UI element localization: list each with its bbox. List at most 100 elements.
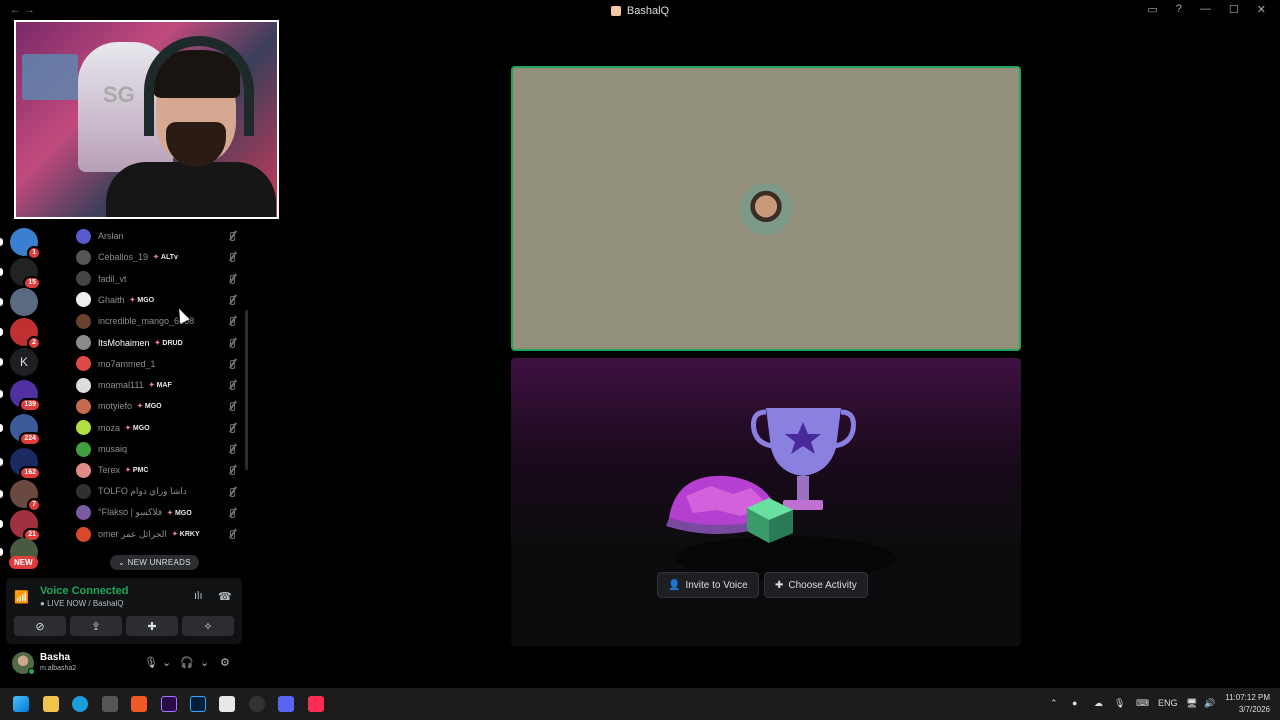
obs-icon[interactable] [249,696,265,712]
list-item[interactable]: omer الجزائل عمر ✦ KRKY [76,524,246,544]
server-icon[interactable]: 7 [10,480,41,512]
avatar[interactable] [76,462,91,478]
member-name: moamal111 [98,380,144,391]
member-list-scrollbar[interactable] [245,310,248,470]
clan-tag: ✦ MGO [167,509,192,517]
participant-tile[interactable] [511,66,1021,351]
new-unreads-button[interactable]: ⌄ NEW UNREADS [110,555,199,570]
chevron-down-icon[interactable]: ⌄ [200,656,209,669]
avatar[interactable] [76,441,91,457]
server-icon[interactable]: 21 [10,510,41,542]
add-user-icon: 👤 [668,579,681,591]
new-badge[interactable]: NEW [9,556,38,569]
microphone-icon[interactable]: 🎙 [144,656,158,669]
list-item[interactable]: incredible_mango_6608 [76,311,246,331]
cloud-icon[interactable]: ☁ [1094,698,1103,709]
capcut-icon[interactable] [219,696,235,712]
unread-pill [0,548,3,556]
list-item[interactable]: °Flakso | فلاكسو ✦ MGO [76,503,246,523]
inbox-icon[interactable]: ▭ [1147,3,1157,16]
file-explorer-icon[interactable] [43,696,59,712]
avatar[interactable] [76,377,91,393]
clan-tag: ✦ MGO [125,424,150,432]
maximize-button[interactable]: ☐ [1229,3,1239,16]
voice-channel[interactable]: ● LIVE NOW / BashalQ [40,599,124,608]
muted-mic-icon [228,400,238,412]
unread-pill [0,458,3,466]
brave-icon[interactable] [131,696,147,712]
gear-icon[interactable]: ⚙ [220,656,230,669]
list-item[interactable]: Arslan [76,226,246,246]
discord-icon[interactable] [278,696,294,712]
clock-date: 3/7/2026 [1238,705,1270,714]
avatar[interactable] [76,420,91,436]
list-item[interactable]: moza ✦ MGO [76,418,246,438]
help-icon[interactable]: ? [1176,3,1182,16]
avatar[interactable] [76,356,91,372]
list-item[interactable]: motyiefo ✦ MGO [76,396,246,416]
server-icon[interactable]: 162 [10,448,41,480]
microphone-icon[interactable]: 🎙 [1114,698,1125,709]
avatar[interactable] [76,484,91,500]
avatar[interactable] [76,228,91,244]
screen-share-button[interactable]: ⇪ [70,616,122,636]
avatar[interactable] [76,398,91,414]
list-item[interactable]: musaiq [76,439,246,459]
nav-arrows[interactable]: ← → [10,4,35,16]
list-item[interactable]: moamal111 ✦ MAF [76,375,246,395]
premiere-icon[interactable] [161,696,177,712]
photoshop-icon[interactable] [190,696,206,712]
chevron-up-icon[interactable]: ⌃ [1050,698,1058,709]
server-icon[interactable] [10,288,38,316]
member-name: motyiefo [98,401,133,412]
participant-avatar [740,183,792,235]
voice-status[interactable]: Voice Connected [40,585,128,597]
signal-icon[interactable]: 📶 [14,590,29,604]
network-icon[interactable]: 🖥 [1186,698,1197,709]
camera-button[interactable]: ⊘ [14,616,66,636]
keyboard-icon[interactable]: ⌨ [1136,698,1149,709]
choose-activity-button[interactable]: ✚ Choose Activity [764,572,868,598]
avatar[interactable] [76,271,91,287]
server-icon[interactable]: K [10,348,38,376]
start-button[interactable] [13,696,29,712]
avatar[interactable] [76,335,91,350]
edge-icon[interactable] [72,696,88,712]
list-item[interactable]: Terex ✦ PMC [76,460,246,480]
unread-pill [0,520,3,528]
server-icon[interactable]: 139 [10,380,41,412]
minimize-button[interactable]: — [1200,3,1211,16]
close-button[interactable]: ✕ [1257,3,1266,16]
avatar[interactable] [76,249,91,265]
server-icon[interactable]: 1 [10,228,41,260]
tray-app-icon[interactable]: ● [1072,698,1077,708]
language-indicator[interactable]: ENG [1158,698,1178,708]
avatar[interactable] [76,292,91,308]
server-icon[interactable]: 224 [10,414,41,446]
chevron-down-icon[interactable]: ⌄ [162,656,171,669]
username[interactable]: Basha [40,652,70,663]
invite-to-voice-button[interactable]: 👤 Invite to Voice [657,572,759,598]
volume-icon[interactable]: 🔊 [1204,698,1215,709]
clock[interactable]: 11:07:12 PM 3/7/2026 [1225,692,1270,716]
mention-badge: 162 [19,466,41,480]
disconnect-icon[interactable]: ☎ [218,590,232,603]
server-icon[interactable]: 2 [10,318,41,350]
list-item[interactable]: fadil_vt [76,269,246,289]
avatar[interactable] [76,526,91,542]
list-item[interactable]: mo7ammed_1 [76,354,246,374]
activities-button[interactable]: ✚ [126,616,178,636]
list-item[interactable]: TOLFO داشا وراي دوام [76,482,246,502]
list-item[interactable]: Ceballos_19 ✦ ALTv [76,247,246,267]
avatar[interactable] [76,313,91,329]
list-item[interactable]: Ghaith ✦ MGO [76,290,246,310]
headphones-icon[interactable]: 🎧 [180,656,194,669]
list-item[interactable]: ItsMohaimen ✦ DRUD [76,333,246,353]
avatar[interactable] [76,505,91,521]
tiktok-icon[interactable] [308,696,324,712]
store-icon[interactable] [102,696,118,712]
unread-pill [0,424,3,432]
noise-suppression-icon[interactable]: ılı [194,590,203,602]
soundboard-button[interactable]: ✧ [182,616,234,636]
server-icon[interactable]: 15 [10,258,41,290]
